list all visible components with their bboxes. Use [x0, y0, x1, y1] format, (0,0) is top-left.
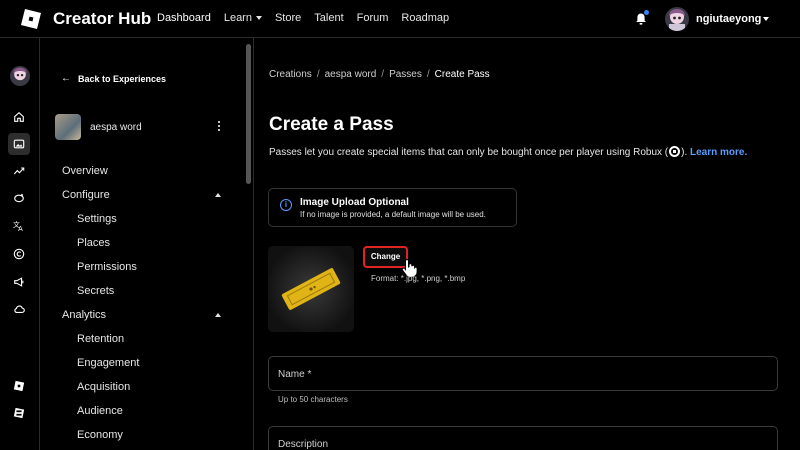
avatar-image — [13, 67, 27, 81]
experience-sidebar: ← Back to Experiences aespa word Overvie… — [41, 38, 253, 450]
home-icon[interactable] — [10, 108, 28, 126]
roblox-logo-icon[interactable] — [20, 8, 42, 30]
arrow-left-icon: ← — [61, 73, 71, 84]
chevron-up-icon[interactable] — [215, 193, 221, 197]
sidebar-item-places[interactable]: Places — [77, 237, 110, 249]
svg-text:A: A — [18, 225, 23, 232]
roblox-studio-icon[interactable] — [10, 377, 28, 395]
nav-talent[interactable]: Talent — [314, 12, 343, 24]
nav-forum[interactable]: Forum — [357, 12, 389, 24]
nav-learn-label: Learn — [223, 12, 252, 24]
experience-thumbnail — [55, 114, 81, 140]
pass-image-preview — [268, 246, 354, 332]
avatar[interactable] — [665, 7, 689, 31]
user-menu-chevron-icon[interactable] — [763, 17, 769, 21]
breadcrumb-separator: / — [316, 69, 320, 80]
page-description: Passes let you create special items that… — [269, 146, 747, 158]
more-options-icon[interactable] — [217, 120, 221, 132]
robux-icon — [669, 146, 681, 157]
info-icon: i — [280, 199, 292, 211]
sidebar-item-retention[interactable]: Retention — [77, 333, 124, 345]
monetization-icon[interactable] — [10, 189, 28, 207]
chevron-down-icon — [255, 16, 262, 20]
sidebar-item-overview[interactable]: Overview — [62, 165, 108, 177]
name-helper-text: Up to 50 characters — [278, 395, 348, 404]
username[interactable]: ngiutaeyong — [696, 13, 761, 25]
description-field[interactable]: Description — [268, 426, 778, 450]
info-text: If no image is provided, a default image… — [300, 210, 486, 219]
back-to-experiences-link[interactable]: ← Back to Experiences — [61, 73, 166, 84]
main-content: Creations / aespa word / Passes / Create Pass … — [254, 38, 800, 450]
format-hint: Format: *.jpg, *.png, *.bmp — [371, 274, 466, 283]
info-title: Image Upload Optional — [300, 197, 409, 208]
description-text-end: ). — [681, 147, 688, 158]
description-field-label: Description — [278, 439, 329, 450]
breadcrumb-separator: / — [426, 69, 430, 80]
description-text: Passes let you create special items that… — [269, 147, 669, 158]
analytics-icon[interactable] — [10, 162, 28, 180]
learn-more-link[interactable]: Learn more. — [690, 147, 747, 158]
page-title: Create a Pass — [269, 114, 394, 135]
main-nav: Dashboard Learn Store Talent Forum Roadm… — [157, 12, 462, 24]
breadcrumb-experience[interactable]: aespa word — [325, 69, 377, 80]
icon-rail: 文A — [0, 38, 40, 450]
nav-dashboard[interactable]: Dashboard — [157, 12, 211, 24]
ticket-image — [281, 268, 341, 310]
sidebar-item-engagement[interactable]: Engagement — [77, 357, 139, 369]
app-title[interactable]: Creator Hub — [53, 9, 151, 29]
creations-icon[interactable] — [8, 133, 30, 155]
nav-roadmap[interactable]: Roadmap — [401, 12, 449, 24]
back-label: Back to Experiences — [78, 73, 167, 84]
sidebar-item-analytics[interactable]: Analytics — [62, 309, 106, 321]
megaphone-icon[interactable] — [10, 273, 28, 291]
sidebar-item-permissions[interactable]: Permissions — [77, 261, 137, 273]
nav-store[interactable]: Store — [275, 12, 301, 24]
breadcrumb-separator: / — [381, 69, 385, 80]
breadcrumb-current: Create Pass — [434, 69, 490, 80]
sidebar-scrollbar[interactable] — [246, 44, 251, 184]
sidebar-item-secrets[interactable]: Secrets — [77, 285, 114, 297]
roblox-studio-alt-icon[interactable] — [10, 404, 28, 422]
chevron-up-icon[interactable] — [215, 313, 221, 317]
sidebar-item-configure[interactable]: Configure — [62, 189, 110, 201]
notification-dot — [644, 10, 649, 15]
breadcrumb-creations[interactable]: Creations — [269, 69, 312, 80]
copyright-icon[interactable] — [10, 245, 28, 263]
image-upload-info: i Image Upload Optional If no image is p… — [268, 188, 517, 227]
cloud-icon[interactable] — [10, 300, 28, 318]
name-field[interactable]: Name * — [268, 356, 778, 391]
breadcrumb: Creations / aespa word / Passes / Create Pass — [269, 69, 490, 80]
rail-avatar[interactable] — [10, 66, 30, 86]
breadcrumb-passes[interactable]: Passes — [389, 69, 422, 80]
avatar-image — [669, 9, 685, 31]
sidebar-item-economy[interactable]: Economy — [77, 429, 123, 441]
nav-learn[interactable]: Learn — [224, 12, 262, 24]
sidebar-item-acquisition[interactable]: Acquisition — [77, 381, 130, 393]
experience-name: aespa word — [90, 122, 142, 133]
sidebar-item-settings[interactable]: Settings — [77, 213, 117, 225]
translate-icon[interactable]: 文A — [10, 217, 28, 235]
sidebar-item-audience[interactable]: Audience — [77, 405, 123, 417]
name-field-label: Name * — [278, 369, 312, 380]
top-navbar: Creator Hub Dashboard Learn Store Talent… — [0, 0, 800, 38]
